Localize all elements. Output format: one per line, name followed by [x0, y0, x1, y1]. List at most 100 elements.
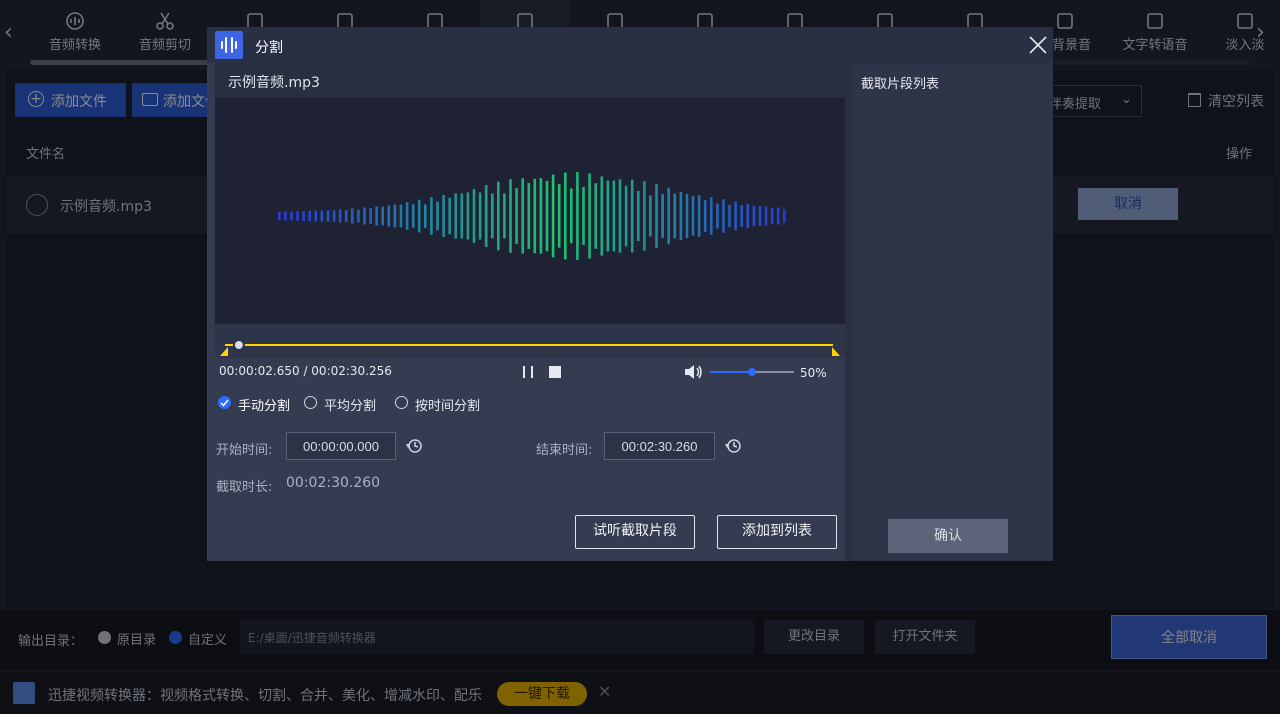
waveform-bar: [460, 193, 464, 239]
waveform-bar: [290, 211, 293, 221]
waveform-bar: [411, 204, 415, 228]
scissors-icon: [154, 10, 176, 32]
chevron-down-icon: ⌄: [1121, 92, 1132, 107]
waveform-bar: [497, 181, 500, 251]
radio-average[interactable]: [304, 396, 317, 409]
waveform-bar: [332, 210, 336, 222]
trash-icon: [1188, 93, 1201, 107]
waveform-bar: [466, 192, 470, 240]
time-total-value: 00:02:30.256: [311, 364, 392, 378]
waveform-bar: [679, 192, 683, 240]
waveform-bar: [734, 201, 737, 231]
waveform-bar: [399, 204, 403, 228]
segment-list-title: 截取片段列表: [861, 77, 940, 92]
scroll-left-button[interactable]: ‹: [4, 20, 24, 50]
radio-by-time[interactable]: [395, 396, 408, 409]
waveform-bar: [515, 188, 518, 244]
cancel-all-button[interactable]: 全部取消: [1111, 615, 1267, 659]
close-icon[interactable]: [1027, 34, 1049, 56]
time-current-value: 00:00:02.650: [219, 364, 300, 378]
clear-list-button[interactable]: 清空列表: [1186, 90, 1270, 112]
radio-original-label: 原目录: [117, 633, 157, 648]
mode-manual[interactable]: 手动分割: [218, 396, 300, 414]
segment-list-panel: 截取片段列表 确认: [853, 63, 1053, 561]
waveform-bar: [764, 206, 768, 226]
audio-convert-icon: [64, 10, 86, 32]
mode-by-time[interactable]: 按时间分割: [395, 396, 490, 414]
waveform-bar: [776, 207, 780, 225]
waveform-bar: [509, 179, 512, 253]
stop-icon[interactable]: [549, 366, 561, 378]
add-file-button[interactable]: + 添加文件: [15, 83, 126, 117]
start-time-input[interactable]: [286, 432, 396, 460]
fade-icon: [1234, 10, 1256, 32]
volume-percent: 50%: [800, 366, 827, 380]
change-dir-button[interactable]: 更改目录: [764, 620, 864, 654]
reset-start-icon[interactable]: [406, 437, 424, 455]
waveform-bar: [697, 195, 701, 237]
close-promo-icon[interactable]: ✕: [598, 682, 611, 701]
tool-scissors[interactable]: 音频剪切: [120, 0, 210, 56]
waveform-bar: [491, 193, 494, 239]
file-name: 示例音频.mp3: [60, 199, 152, 215]
time-current: 00:00:02.650 / 00:02:30.256: [219, 364, 392, 378]
waveform-bar: [576, 172, 579, 260]
waveform-bar: [606, 180, 610, 252]
tool-text-to-speech[interactable]: 文字转语音: [1110, 0, 1200, 56]
scroll-right-button[interactable]: ›: [1256, 20, 1276, 50]
waveform-bar: [375, 206, 378, 226]
waveform-bar: [454, 193, 457, 239]
waveform-bar: [722, 199, 725, 233]
open-folder-button[interactable]: 打开文件夹: [875, 620, 975, 654]
tool-label: 音频剪切: [138, 38, 191, 53]
waveform-bar: [545, 180, 549, 252]
duration-value: 00:02:30.260: [286, 475, 381, 491]
waveform: [278, 172, 786, 260]
split-icon: [215, 31, 243, 59]
waveform-bar: [728, 204, 731, 228]
volume-icon[interactable]: [683, 363, 705, 381]
waveform-bar: [405, 202, 409, 230]
dialog-header: 分割: [207, 27, 1053, 63]
waveform-bar: [320, 210, 324, 222]
waveform-bar: [417, 199, 421, 233]
playhead-handle: [232, 339, 245, 351]
waveform-bar: [369, 208, 372, 224]
radio-custom[interactable]: [169, 631, 182, 644]
reset-end-icon[interactable]: [725, 437, 743, 455]
waveform-bar: [746, 204, 750, 229]
waveform-bar: [442, 195, 445, 237]
pause-icon[interactable]: [521, 365, 535, 379]
check-icon: [220, 399, 229, 407]
waveform-bar: [503, 193, 506, 239]
waveform-bar: [685, 193, 689, 239]
waveform-bar: [703, 200, 707, 232]
waveform-bar: [393, 204, 397, 228]
radio-original[interactable]: [98, 631, 111, 644]
row-cancel-button[interactable]: 取消: [1078, 188, 1178, 220]
mode-average[interactable]: 平均分割: [304, 396, 386, 414]
volume-slider[interactable]: [710, 366, 794, 378]
confirm-button[interactable]: 确认: [888, 519, 1008, 553]
waveform-bar: [302, 211, 305, 221]
timeline-track[interactable]: [215, 324, 845, 358]
tool-audio-convert[interactable]: 音频转换: [30, 0, 120, 56]
accompany-extract-select[interactable]: 伴奏提取 ⌄: [1040, 85, 1142, 117]
preview-segment-button[interactable]: 试听截取片段: [575, 515, 695, 549]
waveform-title-bar: 示例音频.mp3: [215, 63, 845, 98]
promo-bar: 迅捷视频转换器：视频格式转换、切割、合并、美化、增减水印、配乐 一键下载 ✕: [0, 672, 1280, 714]
waveform-bar: [478, 192, 482, 240]
add-to-list-button[interactable]: 添加到列表: [717, 515, 837, 549]
waveform-bar: [649, 195, 652, 237]
waveform-bar: [637, 191, 640, 241]
app-logo-icon: [13, 682, 35, 704]
waveform-bar: [551, 174, 555, 258]
waveform-bar: [484, 185, 488, 247]
range-start-handle: [220, 347, 228, 356]
waveform-bar: [436, 201, 439, 231]
end-time-input[interactable]: [604, 432, 715, 460]
download-button[interactable]: 一键下载: [497, 682, 587, 706]
play-icon[interactable]: [26, 194, 48, 216]
clear-list-label: 清空列表: [1208, 94, 1264, 110]
waveform-bar: [752, 205, 756, 227]
